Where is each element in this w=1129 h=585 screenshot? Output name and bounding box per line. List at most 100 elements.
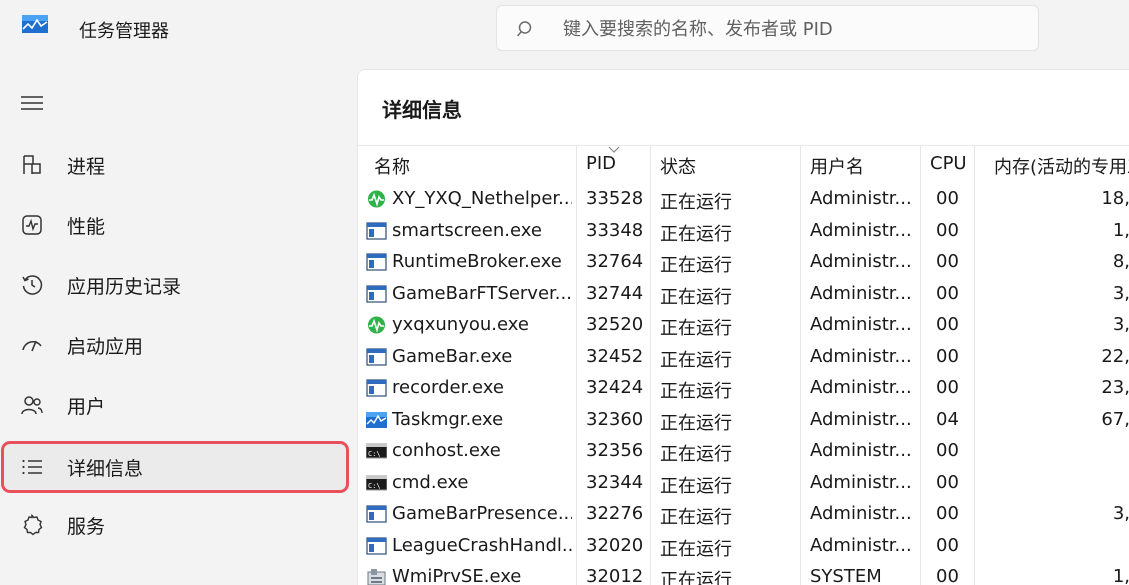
table-row[interactable]: yxqxunyou.exe 32520 正在运行 Administr... 00… xyxy=(358,310,1129,342)
sidebar-item-label: 用户 xyxy=(67,396,106,418)
process-status: 正在运行 xyxy=(660,412,732,434)
process-pid: 32520 xyxy=(586,314,644,335)
sidebar-item-processes[interactable]: 进程 xyxy=(4,142,346,188)
process-user: Administr... xyxy=(810,188,912,209)
hamburger-menu-icon[interactable] xyxy=(18,92,46,114)
process-name: RuntimeBroker.exe xyxy=(392,251,562,272)
process-user: Administr... xyxy=(810,345,912,367)
table-row[interactable]: GameBarPresence... 32276 正在运行 Administr.… xyxy=(358,499,1129,531)
process-cpu: 00 xyxy=(936,251,959,272)
column-header-status[interactable]: 状态 xyxy=(660,153,696,179)
table-row[interactable]: recorder.exe 32424 正在运行 Administr... 00 … xyxy=(358,373,1129,405)
column-header-user[interactable]: 用户名 xyxy=(810,153,864,179)
process-user: Administr... xyxy=(810,219,912,241)
task-manager-window: 任务管理器 进程 性能 xyxy=(0,0,1129,585)
process-status: 正在运行 xyxy=(660,286,732,308)
sidebar-item-startup-apps[interactable]: 启动应用 xyxy=(4,322,346,368)
process-cpu: 00 xyxy=(936,282,959,304)
process-cpu: 00 xyxy=(936,471,959,493)
taskmgr-icon xyxy=(366,411,387,428)
app-window-icon xyxy=(366,379,387,397)
green-wave-icon xyxy=(368,316,385,334)
process-user: Administr... xyxy=(810,534,912,556)
table-row[interactable]: GameBarFTServer.... 32744 正在运行 Administr… xyxy=(358,279,1129,311)
column-header-cpu[interactable]: CPU xyxy=(930,153,967,174)
process-status: 正在运行 xyxy=(660,349,732,371)
column-header-memory[interactable]: 内存(活动的专用工 xyxy=(994,153,1129,179)
process-name: cmd.exe xyxy=(392,471,469,493)
sidebar-item-details[interactable]: 详细信息 xyxy=(4,444,346,490)
process-cpu: 04 xyxy=(936,408,959,430)
process-user: Administr... xyxy=(810,440,912,461)
sidebar-item-label: 应用历史记录 xyxy=(67,276,182,298)
process-user: Administr... xyxy=(810,282,912,304)
process-memory: 1, xyxy=(1112,566,1129,585)
sidebar-item-performance[interactable]: 性能 xyxy=(4,202,346,248)
app-window-icon xyxy=(366,347,387,366)
process-pid: 33348 xyxy=(586,219,644,241)
users-icon xyxy=(21,396,43,415)
process-memory: 22, xyxy=(1101,345,1129,367)
column-header-pid[interactable]: PID xyxy=(586,153,616,174)
services-icon xyxy=(23,513,43,536)
process-pid: 32012 xyxy=(586,566,644,585)
process-status: 正在运行 xyxy=(660,507,732,528)
process-memory: 3, xyxy=(1112,503,1129,524)
title-bar: 任务管理器 xyxy=(0,0,1129,58)
process-memory: 3, xyxy=(1112,282,1129,304)
table-row[interactable]: Taskmgr.exe 32360 正在运行 Administr... 04 6… xyxy=(358,405,1129,437)
process-status: 正在运行 xyxy=(660,381,732,402)
process-status: 正在运行 xyxy=(660,475,732,497)
sidebar-item-users[interactable]: 用户 xyxy=(4,382,346,428)
page-title: 详细信息 xyxy=(382,98,462,122)
process-cpu: 00 xyxy=(936,219,959,241)
table-row[interactable]: WmiPrvSE.exe 32012 正在运行 SYSTEM 00 1, xyxy=(358,562,1129,585)
table-row[interactable]: C:\ cmd.exe 32344 正在运行 Administr... 00 xyxy=(358,468,1129,500)
app-title: 任务管理器 xyxy=(79,21,169,42)
processes-icon xyxy=(23,155,41,174)
table-row[interactable]: C:\ conhost.exe 32356 正在运行 Administr... … xyxy=(358,436,1129,468)
table-row[interactable]: GameBar.exe 32452 正在运行 Administr... 00 2… xyxy=(358,342,1129,374)
process-status: 正在运行 xyxy=(660,538,732,560)
process-user: Administr... xyxy=(810,377,912,398)
process-status: 正在运行 xyxy=(660,255,732,276)
process-name: WmiPrvSE.exe xyxy=(392,566,522,585)
svg-text:C:\: C:\ xyxy=(368,482,381,490)
column-header-name[interactable]: 名称 xyxy=(374,153,410,179)
svg-text:C:\: C:\ xyxy=(368,450,381,458)
process-pid: 32360 xyxy=(586,408,644,430)
search-box[interactable] xyxy=(496,5,1039,51)
table-row[interactable]: smartscreen.exe 33348 正在运行 Administr... … xyxy=(358,216,1129,248)
process-user: Administr... xyxy=(810,314,912,335)
process-cpu: 00 xyxy=(936,377,959,398)
table-row[interactable]: LeagueCrashHandl... 32020 正在运行 Administr… xyxy=(358,531,1129,563)
process-cpu: 00 xyxy=(936,566,959,585)
details-icon xyxy=(22,459,42,475)
table-body: XY_YXQ_Nethelper... 33528 正在运行 Administr… xyxy=(358,184,1129,585)
process-memory: 23, xyxy=(1101,377,1129,398)
process-user: SYSTEM xyxy=(810,566,882,585)
sidebar-item-label: 性能 xyxy=(67,216,106,238)
performance-icon xyxy=(22,215,42,235)
sidebar-item-label: 进程 xyxy=(67,156,106,178)
details-panel: 详细信息 名称 PID 状态 用户名 CPU 内存(活动的专用工 xyxy=(357,69,1129,585)
process-pid: 32020 xyxy=(586,534,644,556)
table-header: 名称 PID 状态 用户名 CPU 内存(活动的专用工 xyxy=(358,146,1129,184)
table-row[interactable]: RuntimeBroker.exe 32764 正在运行 Administr..… xyxy=(358,247,1129,279)
table-row[interactable]: XY_YXQ_Nethelper... 33528 正在运行 Administr… xyxy=(358,184,1129,216)
app-window-icon xyxy=(366,505,387,523)
process-cpu: 00 xyxy=(936,314,959,335)
process-user: Administr... xyxy=(810,408,912,430)
search-input[interactable] xyxy=(563,16,1023,42)
process-user: Administr... xyxy=(810,251,912,272)
process-pid: 32764 xyxy=(586,251,644,272)
process-status: 正在运行 xyxy=(660,444,732,465)
process-user: Administr... xyxy=(810,503,912,524)
app-window-icon xyxy=(366,221,387,240)
process-cpu: 00 xyxy=(936,345,959,367)
sidebar-item-services[interactable]: 服务 xyxy=(4,502,346,548)
search-icon xyxy=(517,21,532,37)
sidebar: 进程 性能 应用历史记录 启动应用 用户 详细信息 服务 xyxy=(0,70,356,585)
app-window-icon xyxy=(366,253,387,271)
sidebar-item-app-history[interactable]: 应用历史记录 xyxy=(4,262,346,308)
